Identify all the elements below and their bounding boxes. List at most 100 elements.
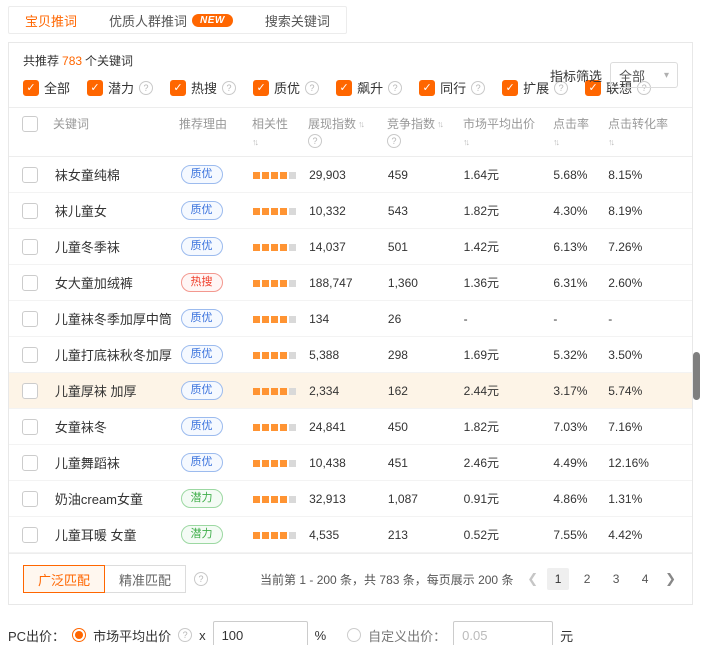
help-icon[interactable]: ? bbox=[305, 81, 319, 95]
checkbox-icon[interactable]: ✓ bbox=[170, 80, 186, 96]
filter-item-5[interactable]: ✓同行? bbox=[419, 78, 485, 97]
row-checkbox[interactable] bbox=[22, 455, 38, 471]
filter-item-0[interactable]: ✓全部 bbox=[23, 78, 70, 97]
competition-cell: 450 bbox=[388, 420, 464, 434]
broad-match-button[interactable]: 广泛匹配 bbox=[23, 565, 105, 593]
filter-label: 潜力 bbox=[108, 78, 134, 97]
column-header-bid[interactable]: 市场平均出价 ↑↓ bbox=[463, 116, 553, 150]
checkbox-icon[interactable]: ✓ bbox=[336, 80, 352, 96]
relevance-bar-segment bbox=[289, 496, 296, 503]
page-number-4[interactable]: 4 bbox=[634, 568, 656, 590]
relevance-bar-segment bbox=[271, 532, 278, 539]
checkbox-icon[interactable]: ✓ bbox=[23, 80, 39, 96]
reason-cell: 质优 bbox=[181, 381, 254, 400]
sort-icon[interactable]: ↑↓ bbox=[463, 134, 468, 150]
custom-bid-radio[interactable] bbox=[347, 628, 361, 642]
yuan-unit: 元 bbox=[560, 626, 573, 645]
filter-item-3[interactable]: ✓质优? bbox=[253, 78, 319, 97]
row-checkbox[interactable] bbox=[22, 275, 38, 291]
avg-bid-cell: 0.91元 bbox=[464, 490, 554, 507]
cvr-cell: 7.26% bbox=[608, 240, 692, 254]
impressions-cell: 14,037 bbox=[309, 240, 388, 254]
reason-pill: 潜力 bbox=[181, 489, 223, 508]
column-label: 展现指数↑↓ bbox=[308, 116, 387, 132]
relevance-bar-segment bbox=[253, 496, 260, 503]
market-bid-multiplier-input[interactable] bbox=[213, 621, 308, 645]
checkbox-icon[interactable]: ✓ bbox=[253, 80, 269, 96]
sort-icon[interactable]: ↑↓ bbox=[437, 116, 442, 132]
row-checkbox[interactable] bbox=[22, 491, 38, 507]
match-help-icon[interactable]: ? bbox=[194, 572, 208, 586]
sort-icon[interactable]: ↑↓ bbox=[358, 116, 363, 132]
select-all-checkbox[interactable] bbox=[22, 116, 38, 132]
relevance-bar-segment bbox=[271, 460, 278, 467]
help-icon[interactable]: ? bbox=[471, 81, 485, 95]
column-header-sub: ↑↓ bbox=[553, 134, 608, 150]
filter-item-4[interactable]: ✓飙升? bbox=[336, 78, 402, 97]
exact-match-button[interactable]: 精准匹配 bbox=[104, 565, 186, 593]
next-page-icon[interactable]: ❯ bbox=[663, 571, 678, 587]
sort-icon[interactable]: ↑↓ bbox=[608, 134, 613, 150]
row-checkbox[interactable] bbox=[22, 311, 38, 327]
impressions-cell: 10,332 bbox=[309, 204, 388, 218]
help-icon[interactable]: ? bbox=[139, 81, 153, 95]
relevance-bar-segment bbox=[289, 316, 296, 323]
tab-label: 宝贝推词 bbox=[25, 11, 77, 30]
keyword-cell: 袜儿童女 bbox=[55, 201, 181, 220]
relevance-bar-segment bbox=[280, 172, 287, 179]
row-checkbox[interactable] bbox=[22, 203, 38, 219]
row-checkbox[interactable] bbox=[22, 239, 38, 255]
metric-filter-select[interactable]: 全部 ▾ bbox=[610, 62, 678, 88]
checkbox-icon[interactable]: ✓ bbox=[419, 80, 435, 96]
row-checkbox[interactable] bbox=[22, 383, 38, 399]
relevance-bar-segment bbox=[253, 424, 260, 431]
cvr-cell: 1.31% bbox=[608, 492, 692, 506]
keyword-cell: 儿童厚袜 加厚 bbox=[55, 381, 181, 400]
help-icon[interactable]: ? bbox=[388, 81, 402, 95]
scrollbar-thumb[interactable] bbox=[693, 352, 700, 400]
help-icon[interactable]: ? bbox=[387, 134, 401, 148]
relevance-bar-segment bbox=[280, 316, 287, 323]
reason-pill: 质优 bbox=[181, 381, 223, 400]
help-icon[interactable]: ? bbox=[308, 134, 322, 148]
row-checkbox[interactable] bbox=[22, 347, 38, 363]
row-checkbox[interactable] bbox=[22, 167, 38, 183]
prev-page-icon[interactable]: ❮ bbox=[525, 571, 540, 587]
reason-pill: 质优 bbox=[181, 345, 223, 364]
tab-audience-keywords[interactable]: 优质人群推词 NEW bbox=[93, 7, 249, 33]
row-checkbox[interactable] bbox=[22, 419, 38, 435]
market-bid-help-icon[interactable]: ? bbox=[178, 628, 192, 642]
competition-cell: 501 bbox=[388, 240, 464, 254]
row-checkbox[interactable] bbox=[22, 527, 38, 543]
page-number-3[interactable]: 3 bbox=[605, 568, 627, 590]
page-numbers: 1234 bbox=[547, 568, 656, 590]
relevance-cell bbox=[253, 528, 309, 542]
custom-bid-input[interactable] bbox=[453, 621, 553, 645]
market-bid-radio[interactable] bbox=[72, 628, 86, 642]
tab-search-keywords[interactable]: 搜索关键词 bbox=[249, 7, 346, 33]
column-header-impressions[interactable]: 展现指数↑↓? bbox=[308, 116, 387, 150]
column-label: 市场平均出价 bbox=[463, 116, 553, 132]
column-header-competition[interactable]: 竞争指数↑↓? bbox=[387, 116, 463, 150]
avg-bid-cell: 1.69元 bbox=[464, 346, 554, 363]
checkbox-icon[interactable]: ✓ bbox=[87, 80, 103, 96]
ctr-cell: 5.68% bbox=[553, 168, 608, 182]
sort-icon[interactable]: ↑↓ bbox=[553, 134, 558, 150]
page-number-1[interactable]: 1 bbox=[547, 568, 569, 590]
filter-item-2[interactable]: ✓热搜? bbox=[170, 78, 236, 97]
column-header-ctr[interactable]: 点击率↑↓ bbox=[553, 116, 608, 150]
relevance-bar-segment bbox=[280, 460, 287, 467]
impressions-cell: 2,334 bbox=[309, 384, 388, 398]
column-header-relevance[interactable]: 相关性↑↓ bbox=[252, 116, 308, 150]
help-icon[interactable]: ? bbox=[222, 81, 236, 95]
relevance-bar-segment bbox=[280, 244, 287, 251]
checkbox-icon[interactable]: ✓ bbox=[502, 80, 518, 96]
sort-icon[interactable]: ↑↓ bbox=[252, 134, 257, 150]
filter-item-1[interactable]: ✓ 潜力? bbox=[87, 78, 153, 97]
tab-product-keywords[interactable]: 宝贝推词 bbox=[9, 7, 93, 33]
relevance-bar-segment bbox=[262, 280, 269, 287]
column-header-cvr[interactable]: 点击转化率↑↓ bbox=[608, 116, 692, 150]
page-number-2[interactable]: 2 bbox=[576, 568, 598, 590]
relevance-bar-segment bbox=[280, 388, 287, 395]
relevance-bar-segment bbox=[271, 388, 278, 395]
